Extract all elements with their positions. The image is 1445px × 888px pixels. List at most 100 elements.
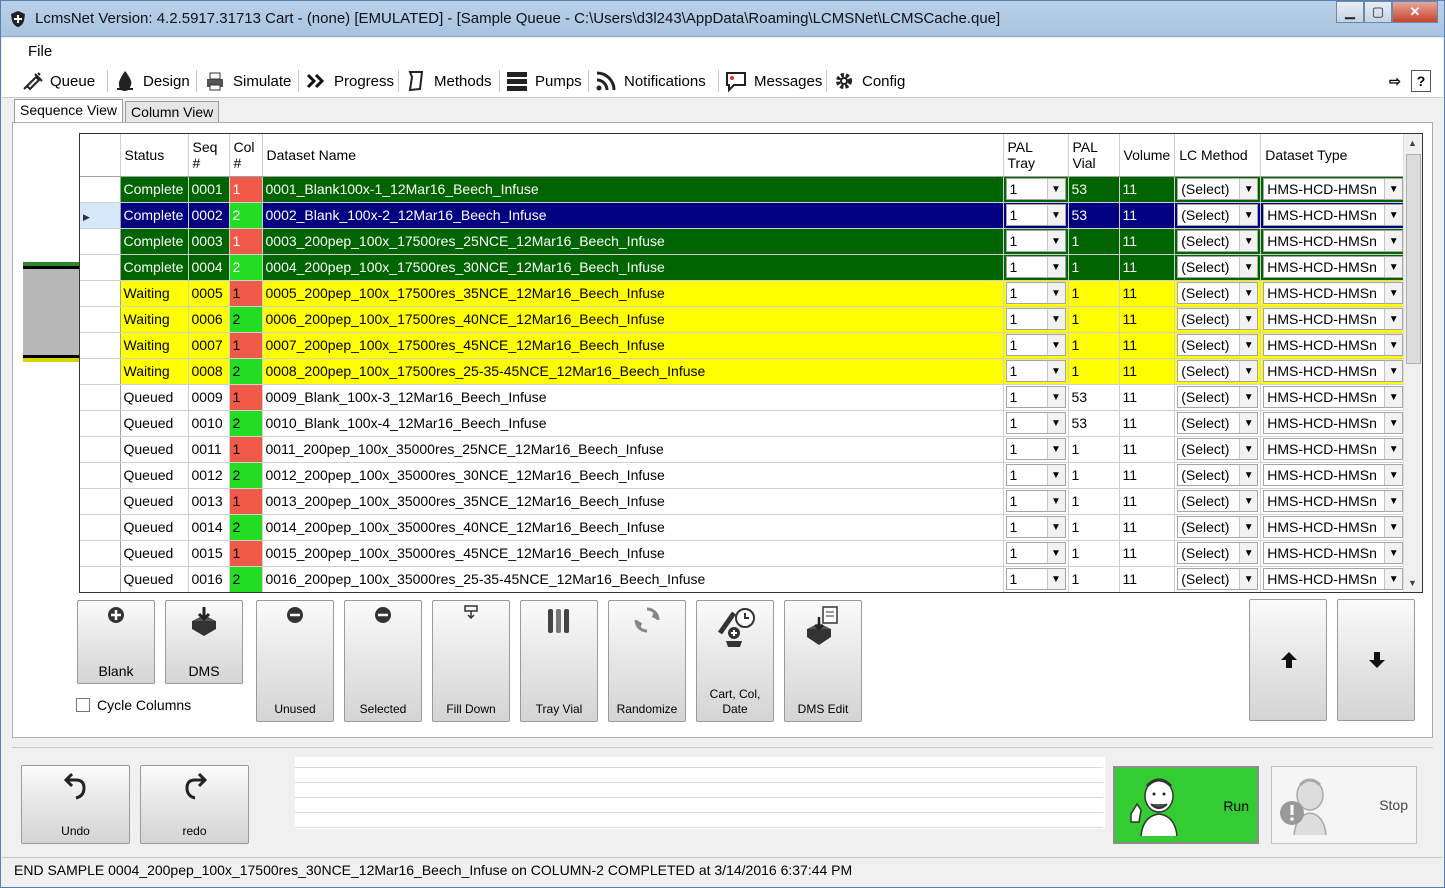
table-row[interactable]: Waiting 0005 1 0005_200pep_100x_17500res_35… [80,280,1407,307]
dropdown-arrow-icon[interactable]: ▼ [1239,465,1258,485]
dropdown-arrow-icon[interactable]: ▼ [1239,387,1258,407]
lc-method-dropdown[interactable]: (Select) ▼ [1177,282,1259,304]
dropdown-arrow-icon[interactable]: ▼ [1384,413,1403,433]
cell-column[interactable]: 1 [229,176,263,203]
cell-volume[interactable]: 11 [1119,410,1176,437]
cell-pal-vial[interactable]: 53 [1068,176,1120,203]
dropdown-arrow-icon[interactable]: ▼ [1046,465,1065,485]
table-row[interactable]: Queued 0013 1 0013_200pep_100x_35000res_35N… [80,488,1407,515]
cell-volume[interactable]: 11 [1119,384,1176,411]
lc-method-dropdown[interactable]: (Select) ▼ [1177,360,1259,382]
row-header[interactable] [80,384,121,411]
row-header[interactable] [80,462,121,489]
move-up-button[interactable] [1249,599,1327,721]
randomize-button[interactable]: Randomize [608,600,686,722]
cell-pal-vial[interactable]: 53 [1068,384,1120,411]
cell-volume[interactable]: 11 [1119,176,1176,203]
sample-queue-grid[interactable]: Status Seq # Col # Dataset Name PAL Tray… [79,133,1423,593]
cell-dataset-type[interactable]: HMS-HCD-HMSn ▼ [1260,254,1407,281]
cell-lc-method[interactable]: (Select) ▼ [1174,176,1262,203]
delete-unused-button[interactable]: Unused [256,600,334,722]
cell-pal-vial[interactable]: 1 [1068,306,1120,333]
cell-pal-tray[interactable]: 1 ▼ [1003,514,1069,541]
header-col[interactable]: Col # [229,134,263,177]
dropdown-arrow-icon[interactable]: ▼ [1239,231,1258,251]
toolbar-pumps-button[interactable]: Pumps [505,68,582,94]
cell-seq[interactable]: 0007 [188,332,230,359]
dataset-type-dropdown[interactable]: HMS-HCD-HMSn ▼ [1263,334,1404,356]
cell-dataset-type[interactable]: HMS-HCD-HMSn ▼ [1260,332,1407,359]
cell-dataset-type[interactable]: HMS-HCD-HMSn ▼ [1260,410,1407,437]
lc-method-dropdown[interactable]: (Select) ▼ [1177,256,1259,278]
title-bar[interactable]: LcmsNet Version: 4.2.5917.31713 Cart - (… [1,1,1444,37]
tab-column-view[interactable]: Column View [125,101,220,122]
cell-column[interactable]: 2 [229,514,263,541]
table-row[interactable]: Complete 0003 1 0003_200pep_100x_17500res_2… [80,228,1407,255]
cell-status[interactable]: Waiting [120,358,189,385]
tray-vial-button[interactable]: Tray Vial [520,600,598,722]
cell-lc-method[interactable]: (Select) ▼ [1174,280,1262,307]
lc-method-dropdown[interactable]: (Select) ▼ [1177,386,1259,408]
dropdown-arrow-icon[interactable]: ▼ [1384,257,1403,277]
cell-pal-vial[interactable]: 1 [1068,566,1120,592]
lc-method-dropdown[interactable]: (Select) ▼ [1177,334,1259,356]
menu-file[interactable]: File [28,43,52,60]
cell-status[interactable]: Complete [120,254,189,281]
cell-pal-tray[interactable]: 1 ▼ [1003,228,1069,255]
lc-method-dropdown[interactable]: (Select) ▼ [1177,308,1259,330]
dropdown-arrow-icon[interactable]: ▼ [1239,205,1258,225]
dataset-type-dropdown[interactable]: HMS-HCD-HMSn ▼ [1263,490,1404,512]
cell-volume[interactable]: 11 [1119,332,1176,359]
cell-volume[interactable]: 11 [1119,228,1176,255]
cell-seq[interactable]: 0001 [188,176,230,203]
pal-tray-dropdown[interactable]: 1 ▼ [1005,386,1066,408]
cell-status[interactable]: Queued [120,410,189,437]
dropdown-arrow-icon[interactable]: ▼ [1046,179,1065,199]
minimize-button[interactable]: ▁ [1336,1,1364,23]
table-row[interactable]: Queued 0010 2 0010_Blank_100x-4_12Mar16_Bee… [80,410,1407,437]
toolbar-simulate-button[interactable]: Simulate [203,68,291,94]
cell-pal-tray[interactable]: 1 ▼ [1003,358,1069,385]
dropdown-arrow-icon[interactable]: ▼ [1384,231,1403,251]
cell-dataset-name[interactable]: 0007_200pep_100x_17500res_45NCE_12Mar16_… [262,332,1004,359]
pal-tray-dropdown[interactable]: 1 ▼ [1005,230,1066,252]
dataset-type-dropdown[interactable]: HMS-HCD-HMSn ▼ [1263,542,1404,564]
checkbox-box[interactable] [76,698,90,712]
cell-volume[interactable]: 11 [1119,280,1176,307]
dataset-type-dropdown[interactable]: HMS-HCD-HMSn ▼ [1263,568,1404,590]
cell-column[interactable]: 1 [229,384,263,411]
cell-dataset-name[interactable]: 0001_Blank100x-1_12Mar16_Beech_Infuse [262,176,1004,203]
cell-dataset-type[interactable]: HMS-HCD-HMSn ▼ [1260,488,1407,515]
cell-column[interactable]: 2 [229,202,263,229]
cell-column[interactable]: 1 [229,436,263,463]
cell-pal-vial[interactable]: 1 [1068,280,1120,307]
dataset-type-dropdown[interactable]: HMS-HCD-HMSn ▼ [1263,308,1404,330]
table-row[interactable]: Complete 0001 1 0001_Blank100x-1_12Mar16_Be… [80,176,1407,203]
dropdown-arrow-icon[interactable]: ▼ [1384,465,1403,485]
cell-volume[interactable]: 11 [1119,540,1176,567]
header-pal-tray[interactable]: PAL Tray [1003,134,1069,177]
cell-pal-tray[interactable]: 1 ▼ [1003,488,1069,515]
table-row[interactable]: ▶ Complete 0002 2 0002_Blank_100x-2_12Mar16_… [80,202,1407,229]
cell-dataset-type[interactable]: HMS-HCD-HMSn ▼ [1260,384,1407,411]
dropdown-arrow-icon[interactable]: ▼ [1239,309,1258,329]
dropdown-arrow-icon[interactable]: ▼ [1239,179,1258,199]
dropdown-arrow-icon[interactable]: ▼ [1046,205,1065,225]
cell-status[interactable]: Queued [120,540,189,567]
dropdown-arrow-icon[interactable]: ▼ [1384,569,1403,589]
cell-column[interactable]: 2 [229,462,263,489]
dataset-type-dropdown[interactable]: HMS-HCD-HMSn ▼ [1263,386,1404,408]
cell-lc-method[interactable]: (Select) ▼ [1174,566,1262,592]
dropdown-arrow-icon[interactable]: ▼ [1046,569,1065,589]
cell-seq[interactable]: 0010 [188,410,230,437]
header-pal-vial[interactable]: PAL Vial [1068,134,1120,177]
dropdown-arrow-icon[interactable]: ▼ [1046,283,1065,303]
dropdown-arrow-icon[interactable]: ▼ [1239,439,1258,459]
cell-volume[interactable]: 11 [1119,306,1176,333]
cell-volume[interactable]: 11 [1119,254,1176,281]
cell-column[interactable]: 1 [229,228,263,255]
table-row[interactable]: Queued 0015 1 0015_200pep_100x_35000res_45N… [80,540,1407,567]
row-header[interactable] [80,306,121,333]
dropdown-arrow-icon[interactable]: ▼ [1384,517,1403,537]
cell-status[interactable]: Waiting [120,332,189,359]
